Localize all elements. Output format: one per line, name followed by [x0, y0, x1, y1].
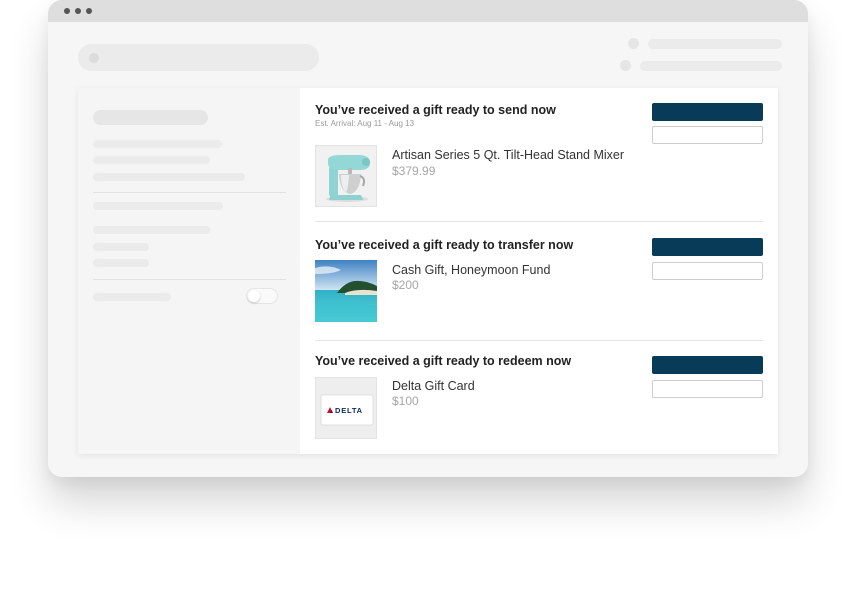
avatar-placeholder [620, 60, 631, 71]
avatar-placeholder [628, 38, 639, 49]
gift-item: You’ve received a gift ready to send now… [315, 103, 763, 213]
secondary-action-button[interactable] [652, 262, 763, 280]
sidebar-divider [93, 279, 286, 280]
sidebar-placeholder [93, 202, 223, 210]
send-gift-button[interactable] [652, 103, 763, 121]
product-price: $200 [392, 278, 419, 292]
sidebar-placeholder [93, 293, 171, 301]
gift-title: You’ve received a gift ready to transfer… [315, 238, 574, 252]
gift-list: You’ve received a gift ready to send now… [300, 88, 778, 454]
gift-panel: You’ve received a gift ready to send now… [78, 88, 778, 454]
browser-window: You’ve received a gift ready to send now… [48, 0, 808, 477]
toggle-switch[interactable] [246, 288, 278, 304]
search-placeholder [78, 44, 319, 71]
gift-item: You’ve received a gift ready to transfer… [315, 238, 763, 328]
product-name[interactable]: Cash Gift, Honeymoon Fund [392, 263, 550, 277]
row-divider [315, 340, 763, 341]
sidebar-placeholder [93, 140, 222, 148]
stand-mixer-icon [316, 146, 376, 206]
stand-mixer-image [315, 145, 377, 207]
product-name[interactable]: Delta Gift Card [392, 379, 475, 393]
sidebar-placeholder [93, 259, 149, 267]
gift-item: You’ve received a gift ready to redeem n… [315, 354, 763, 444]
header-placeholder-line [640, 61, 782, 71]
beach-icon [315, 260, 377, 322]
search-icon [89, 53, 99, 63]
sidebar-placeholder [93, 156, 210, 164]
product-name[interactable]: Artisan Series 5 Qt. Tilt-Head Stand Mix… [392, 148, 624, 162]
product-price: $100 [392, 394, 419, 408]
row-divider [315, 221, 763, 222]
window-titlebar [48, 0, 808, 22]
delta-gift-card-icon: DELTA [316, 378, 376, 438]
estimated-arrival: Est. Arrival: Aug 11 - Aug 13 [315, 119, 415, 128]
gift-title: You’ve received a gift ready to send now [315, 103, 556, 117]
window-dot[interactable] [64, 8, 70, 14]
header-placeholder-line [648, 39, 782, 49]
gift-title: You’ve received a gift ready to redeem n… [315, 354, 572, 368]
sidebar-divider [93, 192, 286, 193]
secondary-action-button[interactable] [652, 380, 763, 398]
toggle-knob [248, 290, 260, 302]
delta-gift-card-image: DELTA [315, 377, 377, 439]
redeem-gift-button[interactable] [652, 356, 763, 374]
sidebar-placeholder [93, 110, 208, 125]
beach-image [315, 260, 377, 322]
secondary-action-button[interactable] [652, 126, 763, 144]
product-price: $379.99 [392, 164, 436, 178]
sidebar [78, 88, 300, 454]
sidebar-placeholder [93, 243, 149, 251]
sidebar-placeholder [93, 173, 245, 181]
window-dot[interactable] [86, 8, 92, 14]
window-dot[interactable] [75, 8, 81, 14]
svg-text:DELTA: DELTA [335, 406, 363, 415]
transfer-gift-button[interactable] [652, 238, 763, 256]
sidebar-placeholder [93, 226, 210, 234]
